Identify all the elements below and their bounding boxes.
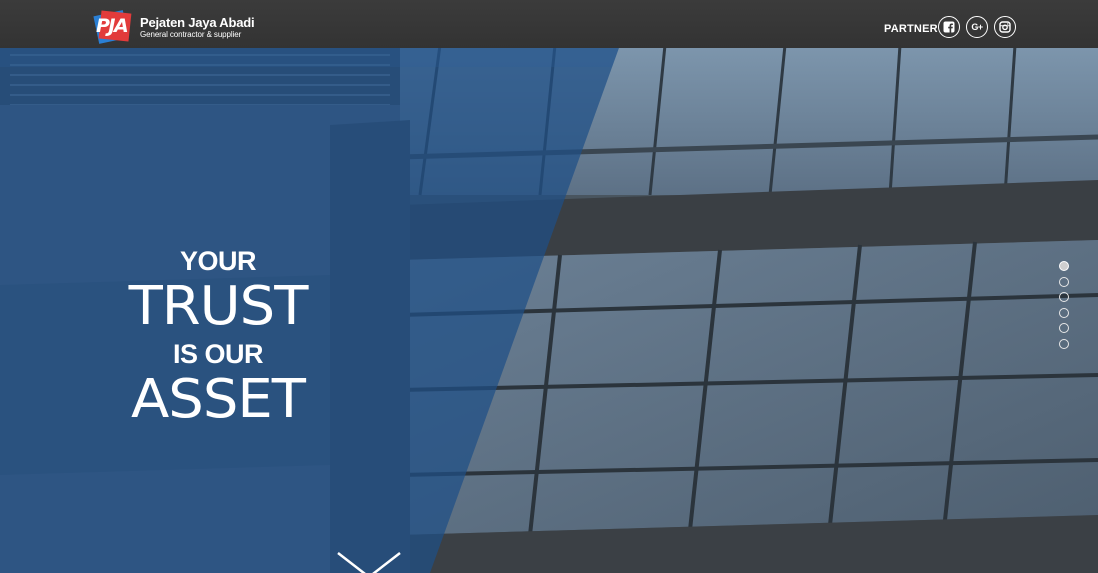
brand-name: Pejaten Jaya Abadi (140, 14, 255, 30)
chevron-down-icon (337, 552, 401, 573)
partner-link[interactable]: PARTNER (884, 23, 938, 35)
slider-dot[interactable] (1059, 261, 1069, 271)
google-plus-button[interactable]: G+ (966, 16, 988, 38)
logo[interactable]: PJA Pejaten Jaya Abadi General contracto… (93, 10, 255, 44)
logo-text: PJA (96, 15, 129, 37)
slider-pagination (1059, 261, 1069, 354)
page: PJA Pejaten Jaya Abadi General contracto… (0, 0, 1098, 573)
slogan-line-asset: ASSET (131, 368, 306, 431)
hero-slogan: YOUR TRUST IS OUR ASSET (108, 248, 328, 428)
google-plus-icon: G+ (971, 22, 983, 32)
slogan-line-your: YOUR (179, 246, 257, 276)
brand: Pejaten Jaya Abadi General contractor & … (140, 14, 255, 39)
scroll-down-button[interactable] (336, 551, 402, 573)
slider-dot[interactable] (1059, 292, 1069, 302)
slider-dot[interactable] (1059, 276, 1069, 287)
logo-mark: PJA (93, 10, 134, 44)
facebook-button[interactable] (938, 16, 960, 38)
brand-tagline: General contractor & supplier (140, 29, 242, 39)
slogan-line-trust: TRUST (128, 275, 309, 338)
slider-dot[interactable] (1059, 323, 1069, 333)
slogan-line-is-our: IS OUR (172, 339, 264, 369)
instagram-button[interactable] (994, 16, 1016, 38)
slider-dot[interactable] (1059, 338, 1069, 349)
slider-dot[interactable] (1059, 307, 1069, 318)
facebook-icon (943, 21, 955, 33)
instagram-icon (999, 21, 1011, 33)
site-header: PJA Pejaten Jaya Abadi General contracto… (0, 0, 1098, 48)
hero-slider: YOUR TRUST IS OUR ASSET (0, 45, 1098, 573)
